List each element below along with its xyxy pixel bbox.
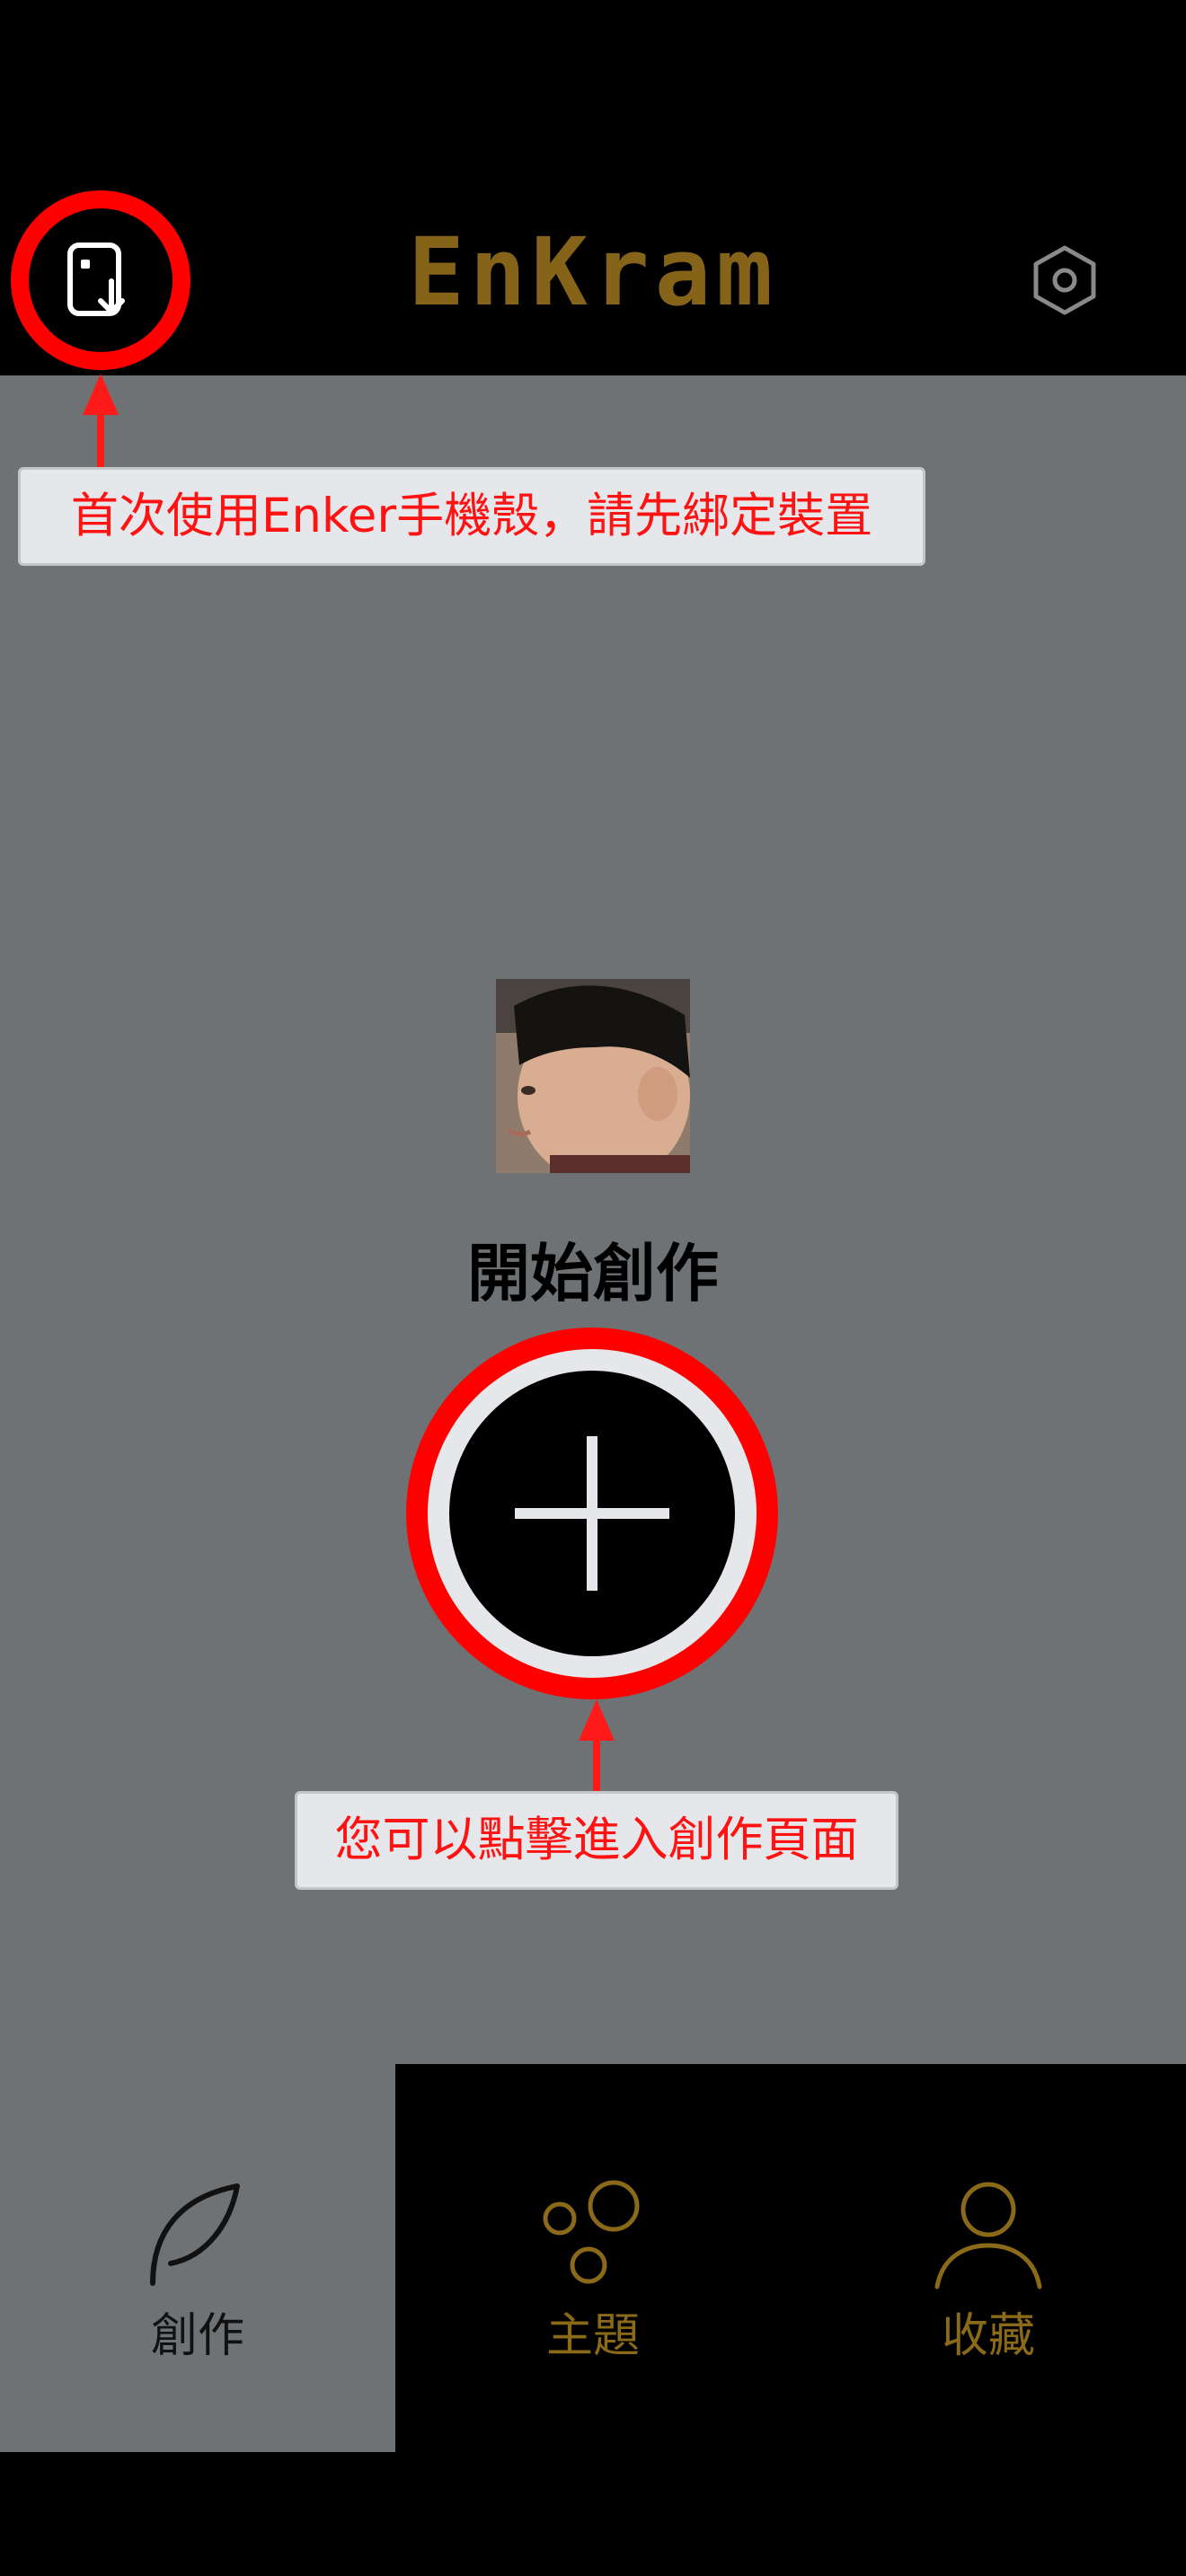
- status-bar: [0, 0, 1186, 180]
- tab-favorites-label: 收藏: [941, 2309, 1035, 2363]
- settings-button[interactable]: [1024, 235, 1105, 325]
- start-creating-title: 開始創作: [467, 1237, 719, 1310]
- bind-highlight-ring: [11, 190, 190, 370]
- bind-tooltip: 首次使用Enker手機殼，請先綁定裝置: [18, 467, 925, 566]
- bottom-safe-area: [0, 2452, 1186, 2576]
- bubbles-icon: [543, 2180, 640, 2284]
- user-icon: [934, 2182, 1042, 2289]
- tab-create[interactable]: 創作: [0, 2064, 395, 2452]
- profile-photo: [496, 979, 690, 1173]
- create-button[interactable]: [449, 1371, 735, 1656]
- tab-theme[interactable]: 主題: [395, 2064, 791, 2452]
- leaf-icon: [150, 2183, 240, 2286]
- create-tip-arrow-shaft: [593, 1735, 600, 1793]
- tab-theme-label: 主題: [545, 2309, 640, 2363]
- tab-favorites[interactable]: 收藏: [791, 2064, 1186, 2452]
- hexagon-gear-icon: [1033, 245, 1096, 315]
- bind-tip-arrow-shaft: [97, 410, 104, 467]
- create-tooltip: 您可以點擊進入創作頁面: [295, 1791, 898, 1890]
- tab-create-label: 創作: [150, 2309, 244, 2363]
- plus-icon: [515, 1436, 669, 1591]
